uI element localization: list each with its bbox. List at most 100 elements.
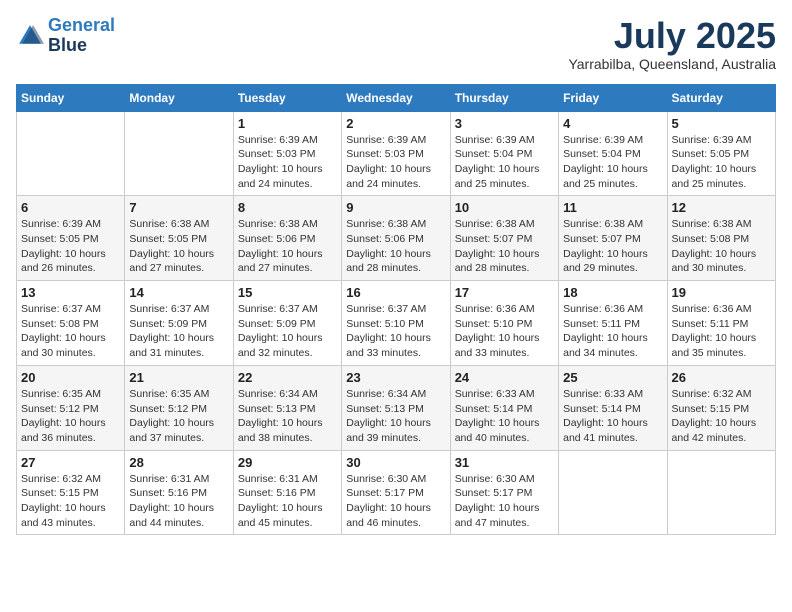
day-detail: Sunrise: 6:32 AMSunset: 5:15 PMDaylight:… (672, 387, 771, 446)
day-number: 22 (238, 370, 337, 385)
column-header-thursday: Thursday (450, 84, 558, 111)
day-number: 11 (563, 200, 662, 215)
day-detail: Sunrise: 6:39 AMSunset: 5:04 PMDaylight:… (455, 133, 554, 192)
day-number: 3 (455, 116, 554, 131)
day-detail: Sunrise: 6:39 AMSunset: 5:05 PMDaylight:… (672, 133, 771, 192)
day-detail: Sunrise: 6:33 AMSunset: 5:14 PMDaylight:… (563, 387, 662, 446)
day-number: 23 (346, 370, 445, 385)
day-detail: Sunrise: 6:37 AMSunset: 5:09 PMDaylight:… (129, 302, 228, 361)
calendar-cell: 21 Sunrise: 6:35 AMSunset: 5:12 PMDayligh… (125, 365, 233, 450)
calendar-cell (667, 450, 775, 535)
day-number: 28 (129, 455, 228, 470)
calendar-cell: 14 Sunrise: 6:37 AMSunset: 5:09 PMDayligh… (125, 281, 233, 366)
day-number: 5 (672, 116, 771, 131)
day-detail: Sunrise: 6:32 AMSunset: 5:15 PMDaylight:… (21, 472, 120, 531)
day-detail: Sunrise: 6:34 AMSunset: 5:13 PMDaylight:… (238, 387, 337, 446)
calendar-header: SundayMondayTuesdayWednesdayThursdayFrid… (17, 84, 776, 111)
day-detail: Sunrise: 6:36 AMSunset: 5:10 PMDaylight:… (455, 302, 554, 361)
day-number: 6 (21, 200, 120, 215)
calendar-body: 1Sunrise: 6:39 AMSunset: 5:03 PMDaylight… (17, 111, 776, 535)
calendar-cell: 19 Sunrise: 6:36 AMSunset: 5:11 PMDayligh… (667, 281, 775, 366)
day-number: 16 (346, 285, 445, 300)
calendar-week-0: 1Sunrise: 6:39 AMSunset: 5:03 PMDaylight… (17, 111, 776, 196)
day-detail: Sunrise: 6:30 AMSunset: 5:17 PMDaylight:… (455, 472, 554, 531)
day-number: 19 (672, 285, 771, 300)
day-detail: Sunrise: 6:36 AMSunset: 5:11 PMDaylight:… (563, 302, 662, 361)
calendar-cell: 25Sunrise: 6:33 AMSunset: 5:14 PMDayligh… (559, 365, 667, 450)
calendar-cell: 7 Sunrise: 6:38 AMSunset: 5:05 PMDaylight… (125, 196, 233, 281)
calendar-cell: 17 Sunrise: 6:36 AMSunset: 5:10 PMDayligh… (450, 281, 558, 366)
calendar-week-3: 20Sunrise: 6:35 AMSunset: 5:12 PMDayligh… (17, 365, 776, 450)
header-row: SundayMondayTuesdayWednesdayThursdayFrid… (17, 84, 776, 111)
calendar-cell: 23Sunrise: 6:34 AMSunset: 5:13 PMDayligh… (342, 365, 450, 450)
calendar-cell: 9Sunrise: 6:38 AMSunset: 5:06 PMDaylight… (342, 196, 450, 281)
column-header-friday: Friday (559, 84, 667, 111)
day-number: 4 (563, 116, 662, 131)
calendar-cell: 16 Sunrise: 6:37 AMSunset: 5:10 PMDayligh… (342, 281, 450, 366)
calendar-cell (125, 111, 233, 196)
day-number: 21 (129, 370, 228, 385)
calendar-cell: 4 Sunrise: 6:39 AMSunset: 5:04 PMDaylight… (559, 111, 667, 196)
day-detail: Sunrise: 6:37 AMSunset: 5:08 PMDaylight:… (21, 302, 120, 361)
calendar-cell: 31 Sunrise: 6:30 AMSunset: 5:17 PMDayligh… (450, 450, 558, 535)
day-detail: Sunrise: 6:38 AMSunset: 5:06 PMDaylight:… (238, 217, 337, 276)
calendar-cell: 15 Sunrise: 6:37 AMSunset: 5:09 PMDayligh… (233, 281, 341, 366)
calendar-cell: 2Sunrise: 6:39 AMSunset: 5:03 PMDaylight… (342, 111, 450, 196)
day-detail: Sunrise: 6:33 AMSunset: 5:14 PMDaylight:… (455, 387, 554, 446)
day-detail: Sunrise: 6:37 AMSunset: 5:09 PMDaylight:… (238, 302, 337, 361)
day-number: 15 (238, 285, 337, 300)
calendar-cell: 18 Sunrise: 6:36 AMSunset: 5:11 PMDayligh… (559, 281, 667, 366)
day-number: 14 (129, 285, 228, 300)
calendar-cell: 11 Sunrise: 6:38 AMSunset: 5:07 PMDayligh… (559, 196, 667, 281)
day-detail: Sunrise: 6:36 AMSunset: 5:11 PMDaylight:… (672, 302, 771, 361)
day-detail: Sunrise: 6:35 AMSunset: 5:12 PMDaylight:… (21, 387, 120, 446)
location-subtitle: Yarrabilba, Queensland, Australia (568, 56, 776, 72)
calendar-cell: 13Sunrise: 6:37 AMSunset: 5:08 PMDayligh… (17, 281, 125, 366)
day-detail: Sunrise: 6:38 AMSunset: 5:05 PMDaylight:… (129, 217, 228, 276)
calendar-cell: 26Sunrise: 6:32 AMSunset: 5:15 PMDayligh… (667, 365, 775, 450)
calendar-cell: 3 Sunrise: 6:39 AMSunset: 5:04 PMDaylight… (450, 111, 558, 196)
calendar-cell (17, 111, 125, 196)
day-detail: Sunrise: 6:38 AMSunset: 5:06 PMDaylight:… (346, 217, 445, 276)
logo: General Blue (16, 16, 115, 56)
calendar-cell: 22 Sunrise: 6:34 AMSunset: 5:13 PMDayligh… (233, 365, 341, 450)
title-block: July 2025 Yarrabilba, Queensland, Austra… (568, 16, 776, 72)
calendar-cell (559, 450, 667, 535)
column-header-wednesday: Wednesday (342, 84, 450, 111)
page-header: General Blue July 2025 Yarrabilba, Queen… (16, 16, 776, 72)
column-header-sunday: Sunday (17, 84, 125, 111)
day-number: 10 (455, 200, 554, 215)
logo-text: General Blue (48, 16, 115, 56)
day-number: 1 (238, 116, 337, 131)
day-number: 30 (346, 455, 445, 470)
day-number: 24 (455, 370, 554, 385)
day-detail: Sunrise: 6:37 AMSunset: 5:10 PMDaylight:… (346, 302, 445, 361)
day-number: 8 (238, 200, 337, 215)
day-number: 18 (563, 285, 662, 300)
day-detail: Sunrise: 6:35 AMSunset: 5:12 PMDaylight:… (129, 387, 228, 446)
column-header-tuesday: Tuesday (233, 84, 341, 111)
day-detail: Sunrise: 6:38 AMSunset: 5:07 PMDaylight:… (455, 217, 554, 276)
day-number: 7 (129, 200, 228, 215)
calendar-cell: 10 Sunrise: 6:38 AMSunset: 5:07 PMDayligh… (450, 196, 558, 281)
day-number: 31 (455, 455, 554, 470)
calendar-week-1: 6 Sunrise: 6:39 AMSunset: 5:05 PMDaylight… (17, 196, 776, 281)
calendar-table: SundayMondayTuesdayWednesdayThursdayFrid… (16, 84, 776, 536)
day-number: 12 (672, 200, 771, 215)
day-number: 17 (455, 285, 554, 300)
day-detail: Sunrise: 6:39 AMSunset: 5:04 PMDaylight:… (563, 133, 662, 192)
calendar-cell: 24 Sunrise: 6:33 AMSunset: 5:14 PMDayligh… (450, 365, 558, 450)
day-detail: Sunrise: 6:39 AMSunset: 5:05 PMDaylight:… (21, 217, 120, 276)
calendar-cell: 30 Sunrise: 6:30 AMSunset: 5:17 PMDayligh… (342, 450, 450, 535)
calendar-cell: 20Sunrise: 6:35 AMSunset: 5:12 PMDayligh… (17, 365, 125, 450)
day-detail: Sunrise: 6:30 AMSunset: 5:17 PMDaylight:… (346, 472, 445, 531)
calendar-cell: 8 Sunrise: 6:38 AMSunset: 5:06 PMDaylight… (233, 196, 341, 281)
calendar-cell: 29Sunrise: 6:31 AMSunset: 5:16 PMDayligh… (233, 450, 341, 535)
day-detail: Sunrise: 6:31 AMSunset: 5:16 PMDaylight:… (129, 472, 228, 531)
day-number: 2 (346, 116, 445, 131)
day-detail: Sunrise: 6:31 AMSunset: 5:16 PMDaylight:… (238, 472, 337, 531)
day-detail: Sunrise: 6:38 AMSunset: 5:07 PMDaylight:… (563, 217, 662, 276)
month-year-title: July 2025 (568, 16, 776, 56)
calendar-cell: 1Sunrise: 6:39 AMSunset: 5:03 PMDaylight… (233, 111, 341, 196)
logo-icon (16, 22, 44, 50)
